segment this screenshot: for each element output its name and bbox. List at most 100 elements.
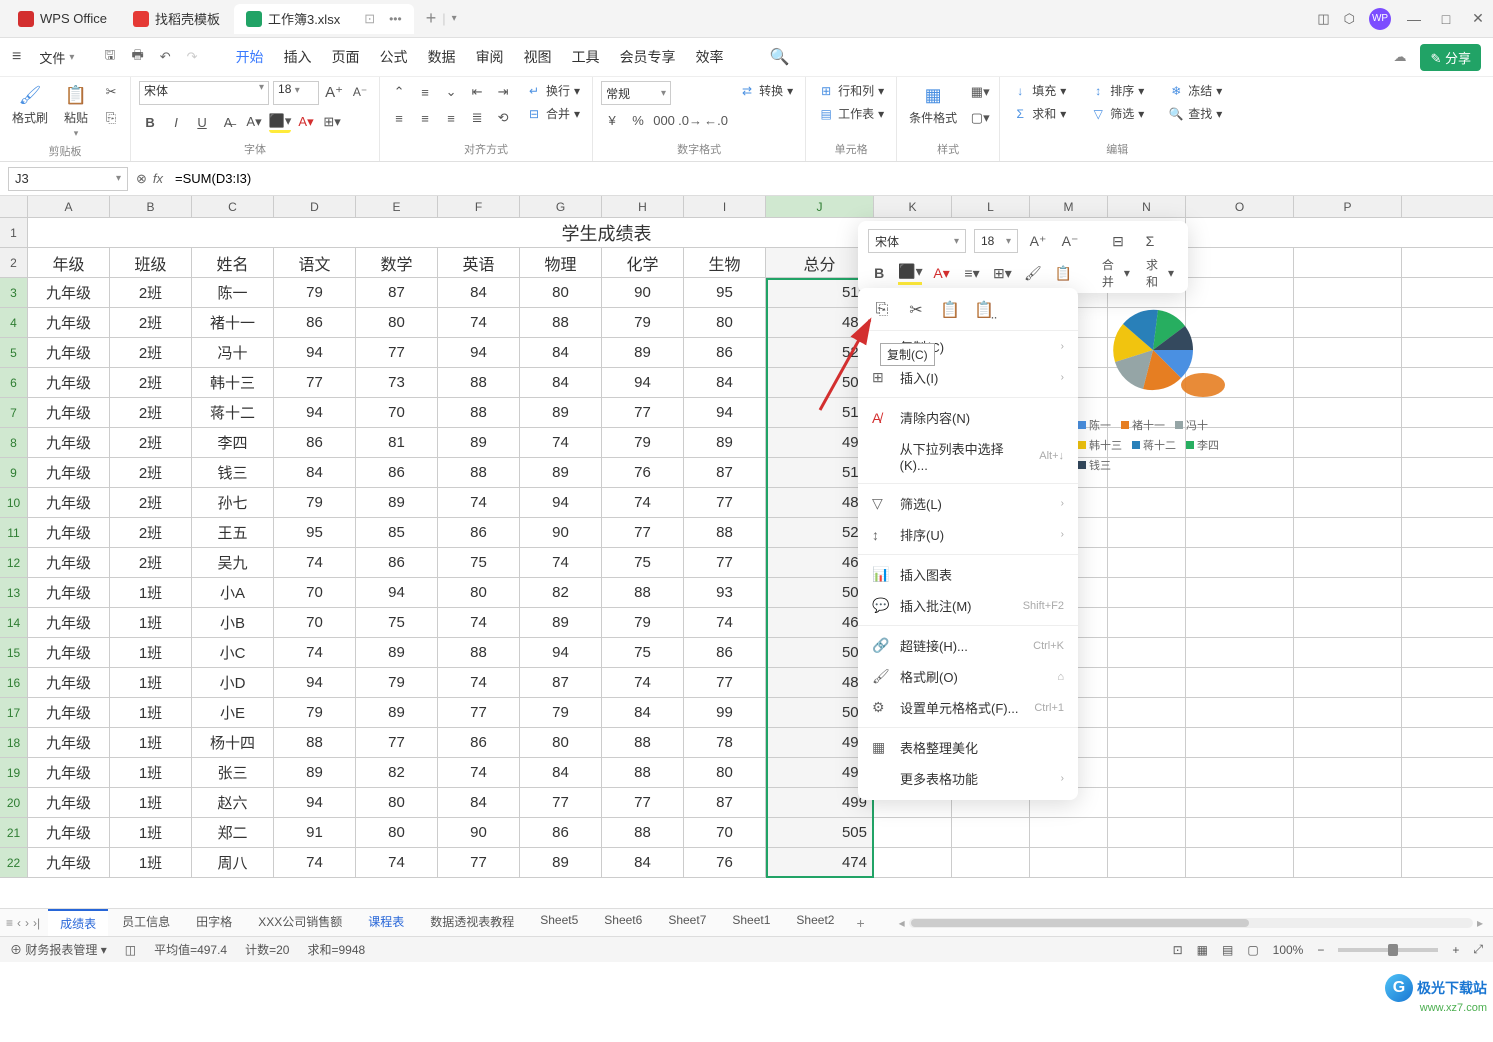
cond-format-button[interactable]: ▦条件格式: [905, 81, 961, 128]
mini-dec-font-icon[interactable]: A⁻: [1058, 229, 1082, 253]
select-all-corner[interactable]: [0, 196, 28, 217]
status-lock-icon[interactable]: ◫: [125, 943, 136, 957]
data-cell[interactable]: 86: [274, 308, 356, 337]
user-avatar[interactable]: WP: [1369, 8, 1391, 30]
data-cell[interactable]: 九年级: [28, 428, 110, 457]
header-cell[interactable]: 物理: [520, 248, 602, 277]
data-cell[interactable]: 89: [356, 488, 438, 517]
data-cell[interactable]: 89: [438, 428, 520, 457]
mini-brush-icon[interactable]: 🖌: [1022, 261, 1044, 285]
data-cell[interactable]: 474: [766, 848, 874, 877]
data-cell[interactable]: 九年级: [28, 488, 110, 517]
add-sheet-button[interactable]: +: [846, 911, 874, 935]
align-center-icon[interactable]: ≡: [414, 107, 436, 129]
data-cell[interactable]: 82: [356, 758, 438, 787]
row-header-3[interactable]: 3: [0, 278, 28, 307]
data-cell[interactable]: 77: [274, 368, 356, 397]
search-icon[interactable]: 🔍: [770, 47, 790, 67]
data-cell[interactable]: 杨十四: [192, 728, 274, 757]
data-cell[interactable]: 2班: [110, 278, 192, 307]
empty-cell[interactable]: [1294, 518, 1402, 547]
maximize-button[interactable]: □: [1437, 11, 1455, 27]
data-cell[interactable]: 79: [602, 608, 684, 637]
data-cell[interactable]: 九年级: [28, 398, 110, 427]
data-cell[interactable]: 99: [684, 698, 766, 727]
strike-icon[interactable]: A̶: [217, 111, 239, 133]
ctx-cellfmt-item[interactable]: ⚙设置单元格格式(F)...Ctrl+1: [858, 692, 1078, 723]
data-cell[interactable]: 89: [602, 338, 684, 367]
menu-数据[interactable]: 数据: [420, 43, 464, 71]
empty-cell[interactable]: [1294, 548, 1402, 577]
data-cell[interactable]: 九年级: [28, 458, 110, 487]
data-cell[interactable]: 80: [356, 788, 438, 817]
data-cell[interactable]: 九年级: [28, 818, 110, 847]
fn-cancel-icon[interactable]: ⊗: [136, 171, 147, 187]
layout-icon[interactable]: ◫: [1317, 11, 1329, 27]
ctx-filter-item[interactable]: ▽筛选(L)›: [858, 488, 1078, 519]
underline-icon[interactable]: U: [191, 111, 213, 133]
scroll-thumb[interactable]: [911, 919, 1250, 927]
row-header-7[interactable]: 7: [0, 398, 28, 427]
data-cell[interactable]: 九年级: [28, 728, 110, 757]
dec-inc-icon[interactable]: .0→: [679, 109, 701, 131]
data-cell[interactable]: 王五: [192, 518, 274, 547]
data-cell[interactable]: 79: [274, 698, 356, 727]
data-cell[interactable]: 九年级: [28, 278, 110, 307]
sheet-next-icon[interactable]: ›: [25, 916, 29, 930]
data-cell[interactable]: 77: [438, 848, 520, 877]
row-header-18[interactable]: 18: [0, 728, 28, 757]
data-cell[interactable]: 2班: [110, 518, 192, 547]
ctx-link-item[interactable]: 🔗超链接(H)...Ctrl+K: [858, 630, 1078, 661]
increase-font-icon[interactable]: A⁺: [323, 81, 345, 103]
merge-button[interactable]: ⊟合并▾: [522, 104, 584, 123]
empty-cell[interactable]: [1108, 578, 1186, 607]
data-cell[interactable]: 74: [438, 758, 520, 787]
justify-icon[interactable]: ≣: [466, 107, 488, 129]
fill-button[interactable]: ↓填充▾: [1008, 81, 1070, 100]
row-header-4[interactable]: 4: [0, 308, 28, 337]
data-cell[interactable]: 82: [520, 578, 602, 607]
data-cell[interactable]: 74: [520, 428, 602, 457]
data-cell[interactable]: 2班: [110, 458, 192, 487]
sheet-tab-课程表[interactable]: 课程表: [356, 909, 416, 936]
empty-cell[interactable]: [1294, 368, 1402, 397]
data-cell[interactable]: 孙七: [192, 488, 274, 517]
empty-cell[interactable]: [1294, 848, 1402, 877]
data-cell[interactable]: 小E: [192, 698, 274, 727]
sheet-tab-Sheet1[interactable]: Sheet1: [720, 909, 782, 936]
filter-button[interactable]: ▽筛选▾: [1086, 104, 1148, 123]
dec-dec-icon[interactable]: ←.0: [705, 109, 727, 131]
empty-cell[interactable]: [1108, 608, 1186, 637]
header-cell[interactable]: 语文: [274, 248, 356, 277]
empty-cell[interactable]: [952, 848, 1030, 877]
empty-cell[interactable]: [952, 818, 1030, 847]
print-icon[interactable]: 🖶: [131, 46, 143, 68]
sheet-menu-icon[interactable]: ≡: [6, 916, 13, 930]
empty-cell[interactable]: [1294, 398, 1402, 427]
data-cell[interactable]: 81: [356, 428, 438, 457]
data-cell[interactable]: 89: [520, 848, 602, 877]
data-cell[interactable]: 84: [520, 758, 602, 787]
menu-页面[interactable]: 页面: [324, 43, 368, 71]
row-header-6[interactable]: 6: [0, 368, 28, 397]
data-cell[interactable]: 94: [438, 338, 520, 367]
menu-效率[interactable]: 效率: [688, 43, 732, 71]
zoom-out-icon[interactable]: −: [1317, 943, 1324, 957]
data-cell[interactable]: 88: [438, 458, 520, 487]
data-cell[interactable]: 89: [520, 608, 602, 637]
data-cell[interactable]: 吴九: [192, 548, 274, 577]
data-cell[interactable]: 93: [684, 578, 766, 607]
close-button[interactable]: ✕: [1469, 10, 1487, 27]
data-cell[interactable]: 80: [684, 308, 766, 337]
data-cell[interactable]: 89: [356, 698, 438, 727]
data-cell[interactable]: 九年级: [28, 638, 110, 667]
data-cell[interactable]: 84: [274, 458, 356, 487]
data-cell[interactable]: 2班: [110, 488, 192, 517]
empty-cell[interactable]: [1186, 248, 1294, 277]
horizontal-scrollbar[interactable]: ◂▸: [895, 916, 1487, 930]
data-cell[interactable]: 94: [520, 638, 602, 667]
data-cell[interactable]: 2班: [110, 368, 192, 397]
col-header-C[interactable]: C: [192, 196, 274, 217]
data-cell[interactable]: 84: [438, 278, 520, 307]
data-cell[interactable]: 九年级: [28, 518, 110, 547]
